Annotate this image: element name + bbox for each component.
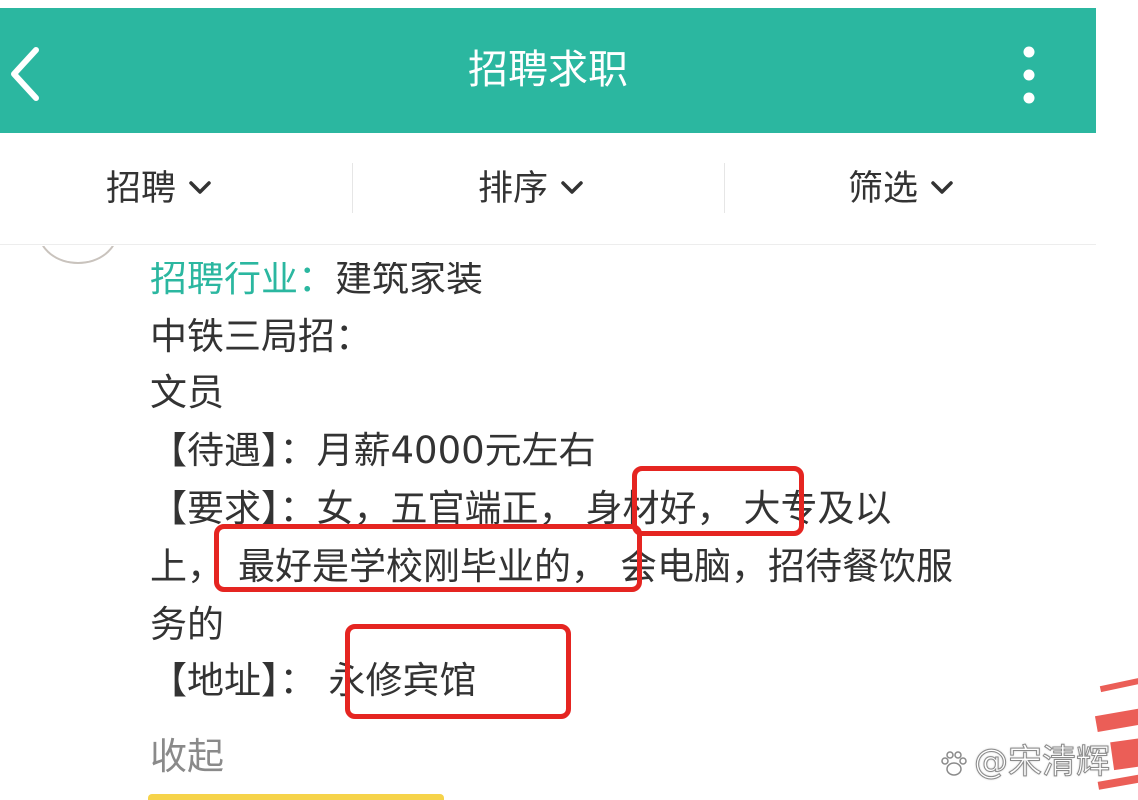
- company-line: 中铁三局招：: [150, 315, 372, 358]
- requirement-text: 上，: [150, 545, 224, 588]
- screenshot-stage: 招聘求职 招聘 排序 筛选 招聘行业：建筑家装 中铁三局招： 文员 【待遇】：月…: [0, 0, 1138, 800]
- chevron-down-icon: [189, 181, 211, 194]
- filter-divider: [352, 163, 353, 213]
- filter-bar: 招聘 排序 筛选: [0, 133, 1096, 245]
- salary-value: 月薪4000元左右: [316, 429, 596, 472]
- industry-line: 招聘行业：建筑家装: [150, 257, 483, 302]
- highlight-box: [632, 466, 804, 536]
- page-title: 招聘求职: [468, 47, 628, 93]
- more-button[interactable]: [1004, 40, 1054, 110]
- position-line: 文员: [150, 371, 224, 414]
- address-label: 【地址】：: [150, 659, 317, 702]
- requirement-line-3: 务的: [150, 603, 224, 646]
- salary-label: 【待遇】：: [150, 429, 317, 472]
- next-item-peek: [148, 794, 444, 800]
- highlight-box: [345, 624, 571, 719]
- filter-sort-label: 排序: [478, 169, 549, 209]
- collapse-link[interactable]: 收起: [150, 726, 224, 780]
- filter-recruit-dropdown[interactable]: 招聘: [106, 133, 212, 245]
- requirement-text: 会电脑，招待餐饮服: [620, 545, 953, 588]
- app-header: 招聘求职: [0, 8, 1096, 133]
- industry-value: 建筑家装: [335, 257, 483, 300]
- chevron-down-icon: [561, 181, 583, 194]
- watermark: @宋清辉: [940, 734, 1111, 783]
- filter-screen-dropdown[interactable]: 筛选: [848, 133, 954, 245]
- industry-label: 招聘行业：: [150, 257, 335, 300]
- paw-icon: [941, 750, 967, 776]
- chevron-down-icon: [931, 181, 953, 194]
- watermark-text: @宋清辉: [974, 742, 1111, 783]
- salary-line: 【待遇】：月薪4000元左右: [150, 420, 596, 474]
- filter-screen-label: 筛选: [848, 169, 919, 209]
- filter-divider: [724, 163, 725, 213]
- more-vertical-icon: [1023, 46, 1035, 104]
- filter-sort-dropdown[interactable]: 排序: [478, 133, 584, 245]
- filter-recruit-label: 招聘: [106, 169, 177, 209]
- highlight-box: [214, 524, 642, 592]
